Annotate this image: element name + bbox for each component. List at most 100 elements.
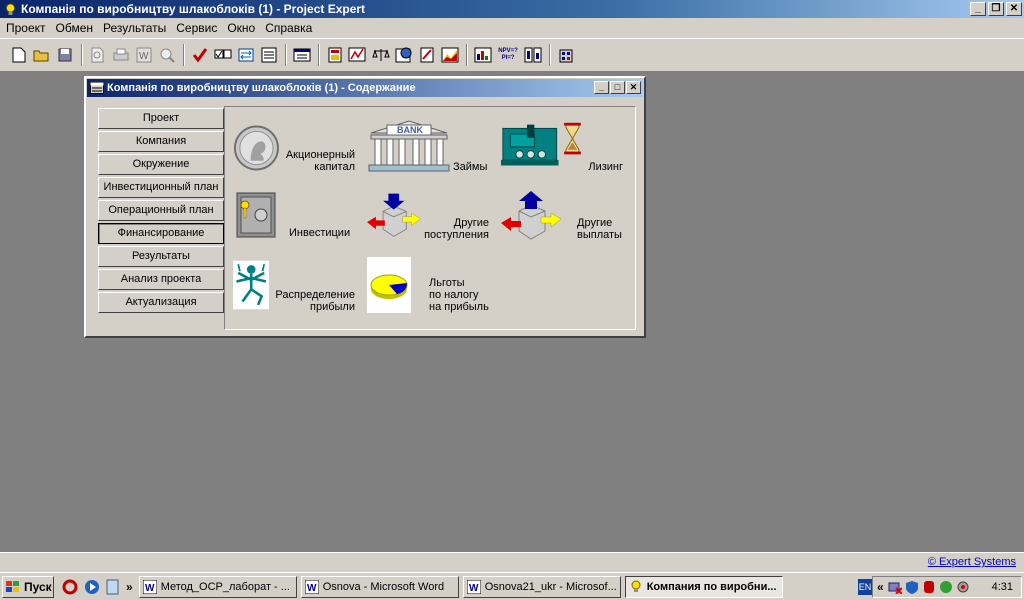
tax-benefits-item[interactable]: Льготы по налогу на прибыль [367,257,489,313]
menu-exchange[interactable]: Обмен [52,21,100,35]
nav-operating-plan[interactable]: Операционный план [98,200,224,221]
leasing-label: Лизинг [588,161,623,173]
word-icon: W [142,579,157,594]
cashflow-button[interactable] [347,44,369,66]
safe-key-icon [236,192,276,238]
minimize-button[interactable]: _ [970,2,986,16]
expert-systems-link[interactable]: © Expert Systems [928,556,1016,568]
word-icon: W [466,579,481,594]
balance-button[interactable] [370,44,392,66]
nav-environment[interactable]: Окружение [98,154,224,175]
restore-button[interactable]: ❐ [988,2,1004,16]
new-document-icon [12,47,26,63]
loans-item[interactable]: BANK Займы [367,119,489,173]
bank-building-icon: BANK [368,120,450,172]
profit-distribution-label-2: прибыли [310,301,355,313]
network-icon[interactable] [888,580,902,594]
nav-project-analysis[interactable]: Анализ проекта [98,269,224,290]
window-doc-icon [90,82,104,94]
leasing-item[interactable]: Лизинг [501,119,623,173]
print-preview-button[interactable] [87,44,109,66]
child-maximize-button[interactable]: □ [610,81,625,94]
child-close-button[interactable]: ✕ [626,81,641,94]
menu-service[interactable]: Сервис [172,21,223,35]
puzzle-icon[interactable] [939,580,953,594]
financing-panel: Акционерный капитал BANK Займы Лизинг Ин… [224,106,636,330]
task-label: Osnova21_ukr - Microsof... [484,580,617,593]
menu-project[interactable]: Проект [2,21,52,35]
equity-capital-item[interactable]: Акционерный капитал [233,121,355,173]
sensitivity-icon [524,47,542,63]
nav-financing[interactable]: Финансирование [98,223,224,244]
toolbar: W NPV=? PI=? [0,38,1024,72]
print-button[interactable] [110,44,132,66]
contents-window-title: Компанія по виробництву шлакоблоків (1) … [107,82,416,94]
swap-button[interactable] [235,44,257,66]
opera-icon[interactable] [62,579,78,595]
nav-project[interactable]: Проект [98,108,224,129]
media-player-icon[interactable] [84,579,100,595]
new-document-button[interactable] [8,44,30,66]
close-button[interactable]: ✕ [1006,2,1022,16]
tray-expand-icon[interactable]: « [877,580,884,594]
checklist-button[interactable] [212,44,234,66]
table-view-button[interactable] [291,44,313,66]
nav-results[interactable]: Результаты [98,246,224,267]
start-button[interactable]: Пуск [2,575,54,598]
menu-bar: Проект Обмен Результаты Сервис Окно Спра… [0,18,1024,38]
menu-help[interactable]: Справка [261,21,318,35]
task-osnova21-word[interactable]: W Osnova21_ukr - Microsof... [462,575,621,598]
check-button[interactable] [189,44,211,66]
bar-table-icon [474,47,492,63]
contents-window-title-bar[interactable]: Компанія по виробництву шлакоблоків (1) … [87,79,643,97]
graph-button[interactable] [439,44,461,66]
other-payments-item[interactable]: Другие выплаты [501,189,623,241]
report-button[interactable] [416,44,438,66]
menu-results[interactable]: Результаты [99,21,172,35]
list-button[interactable] [258,44,280,66]
outflow-arrows-icon [501,191,562,240]
task-label: Osnova - Microsoft Word [322,580,445,593]
other-payments-label-1: Другие [577,217,613,229]
scales-icon [372,49,390,61]
sensitivity-button[interactable] [522,44,544,66]
equity-capital-label-2: капитал [314,161,355,173]
checkmark-icon [192,48,208,63]
open-button[interactable] [31,44,53,66]
task-osnova-word[interactable]: W Osnova - Microsoft Word [300,575,459,598]
calculator-button[interactable] [324,44,346,66]
investments-item[interactable]: Инвестиции [233,191,355,239]
word-export-button[interactable]: W [133,44,155,66]
nav-actualization[interactable]: Актуализация [98,292,224,313]
save-button[interactable] [54,44,76,66]
statistics-button[interactable] [472,44,494,66]
task-project-expert[interactable]: Компания по виробни... [624,575,783,598]
quicklaunch-more-icon[interactable]: » [126,580,133,594]
child-minimize-button[interactable]: _ [594,81,609,94]
inflow-arrows-icon [367,193,421,237]
app-title-bar[interactable]: Компанія по виробництву шлакоблоків (1) … [0,0,1024,18]
loans-label: Займы [453,161,488,173]
notepad-icon[interactable] [106,579,120,595]
analysis-button[interactable] [393,44,415,66]
pi-label: PI=? [501,55,515,61]
menu-window[interactable]: Окно [223,21,261,35]
toolbar-separator [318,44,320,66]
open-folder-icon [33,50,49,62]
profit-distribution-item[interactable]: Распределение прибыли [233,257,355,313]
npv-pi-button[interactable]: NPV=? PI=? [495,44,521,66]
word-doc-icon: W [136,47,152,63]
other-income-item[interactable]: Другие поступления [367,189,489,241]
report-icon [420,47,434,63]
language-indicator[interactable]: EN [858,579,872,595]
task-label: Компания по виробни... [646,580,777,593]
antivirus-icon[interactable] [922,580,936,594]
nav-investment-plan[interactable]: Инвестиционный план [98,177,224,198]
nav-company[interactable]: Компания [98,131,224,152]
pie-chart-icon [367,257,411,313]
settings-tray-icon[interactable] [956,580,970,594]
calculation-button[interactable] [555,44,577,66]
find-button[interactable] [156,44,178,66]
task-method-doc[interactable]: W Метод_ОСР_лаборат - ... [138,575,297,598]
shield-icon[interactable] [905,580,919,594]
